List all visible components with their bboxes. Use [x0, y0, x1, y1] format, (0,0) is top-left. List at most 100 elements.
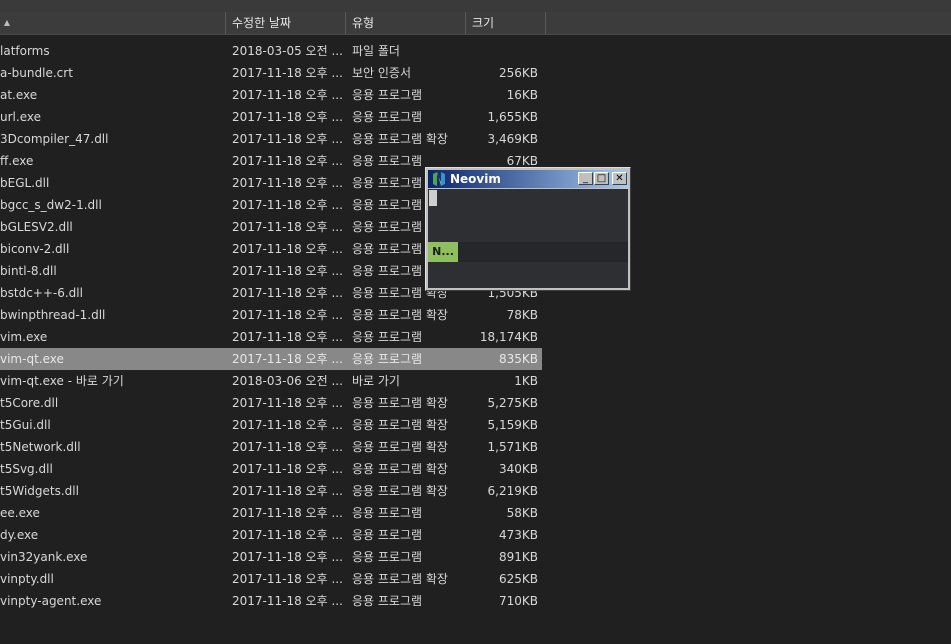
- file-name: vim-qt.exe - 바로 가기: [0, 374, 124, 388]
- file-name: dy.exe: [0, 528, 39, 542]
- file-size: 3,469KB: [487, 132, 538, 146]
- file-type: 응용 프로그램 확장: [352, 418, 448, 432]
- column-header-size[interactable]: 크기: [466, 12, 546, 34]
- file-date: 2017-11-18 오후 ...: [232, 440, 343, 454]
- file-row[interactable]: bwinpthread-1.dll 2017-11-18 오후 ... 응용 프로그…: [0, 304, 542, 326]
- file-type: 응용 프로그램: [352, 88, 423, 102]
- file-name: bgcc_s_dw2-1.dll: [0, 198, 102, 212]
- file-type: 보안 인증서: [352, 66, 412, 80]
- file-type: 응용 프로그램 확장: [352, 396, 448, 410]
- file-size: 340KB: [498, 462, 538, 476]
- file-row[interactable]: t5Gui.dll 2017-11-18 오후 ... 응용 프로그램 확장 5,15…: [0, 414, 542, 436]
- file-size: 835KB: [498, 352, 538, 366]
- file-name: ee.exe: [0, 506, 40, 520]
- file-type: 응용 프로그램 확장: [352, 484, 448, 498]
- file-type: 응용 프로그램 확장: [352, 462, 448, 476]
- file-type: 응용 프로그램 확장: [352, 132, 448, 146]
- text-cursor: [429, 190, 437, 206]
- file-name: t5Svg.dll: [0, 462, 53, 476]
- minimize-button[interactable]: _: [578, 172, 593, 185]
- file-name: a-bundle.crt: [0, 66, 73, 80]
- file-date: 2017-11-18 오후 ...: [232, 572, 343, 586]
- file-size: 1,571KB: [487, 440, 538, 454]
- column-header-date[interactable]: 수정한 날짜: [226, 12, 346, 34]
- file-row[interactable]: a-bundle.crt 2017-11-18 오후 ... 보안 인증서 256KB: [0, 62, 542, 84]
- file-name: vinpty-agent.exe: [0, 594, 102, 608]
- file-date: 2017-11-18 오후 ...: [232, 286, 343, 300]
- file-type: 응용 프로그램: [352, 352, 423, 366]
- file-name: t5Gui.dll: [0, 418, 51, 432]
- neovim-editor-area[interactable]: N...: [428, 189, 628, 288]
- file-date: 2017-11-18 오후 ...: [232, 396, 343, 410]
- close-button[interactable]: ✕: [612, 172, 627, 185]
- file-name: vin32yank.exe: [0, 550, 88, 564]
- file-row[interactable]: vim-qt.exe 2017-11-18 오후 ... 응용 프로그램 835KB: [0, 348, 542, 370]
- file-date: 2018-03-05 오전 ...: [232, 44, 343, 58]
- file-row[interactable]: vim-qt.exe - 바로 가기 2018-03-06 오전 ... 바로 가기…: [0, 370, 542, 392]
- file-size: [466, 40, 538, 62]
- neovim-statusline: N...: [428, 242, 628, 262]
- file-date: 2017-11-18 오후 ...: [232, 88, 343, 102]
- file-date: 2017-11-18 오후 ...: [232, 550, 343, 564]
- file-name: vim-qt.exe: [0, 352, 64, 366]
- file-row[interactable]: ee.exe 2017-11-18 오후 ... 응용 프로그램 58KB: [0, 502, 542, 524]
- file-name: bEGL.dll: [0, 176, 50, 190]
- file-size: 16KB: [506, 88, 538, 102]
- column-header-type[interactable]: 유형: [346, 12, 466, 34]
- file-type: 바로 가기: [352, 374, 400, 388]
- file-size: 1,655KB: [487, 110, 538, 124]
- file-row[interactable]: vin32yank.exe 2017-11-18 오후 ... 응용 프로그램 891…: [0, 546, 542, 568]
- file-size: 18,174KB: [479, 330, 538, 344]
- file-size: 710KB: [498, 594, 538, 608]
- file-type: 응용 프로그램: [352, 110, 423, 124]
- sort-ascending-icon: ▲: [3, 18, 11, 27]
- file-date: 2017-11-18 오후 ...: [232, 66, 343, 80]
- file-row[interactable]: t5Svg.dll 2017-11-18 오후 ... 응용 프로그램 확장 340K…: [0, 458, 542, 480]
- file-date: 2017-11-18 오후 ...: [232, 308, 343, 322]
- file-name: latforms: [0, 44, 50, 58]
- file-name: biconv-2.dll: [0, 242, 70, 256]
- file-name: ff.exe: [0, 154, 34, 168]
- file-type: 응용 프로그램 확장: [352, 572, 448, 586]
- file-name: bwinpthread-1.dll: [0, 308, 106, 322]
- file-size: 473KB: [498, 528, 538, 542]
- file-name: t5Network.dll: [0, 440, 81, 454]
- file-row[interactable]: t5Network.dll 2017-11-18 오후 ... 응용 프로그램 확장…: [0, 436, 542, 458]
- file-date: 2017-11-18 오후 ...: [232, 176, 343, 190]
- file-size: 1KB: [514, 374, 538, 388]
- file-date: 2017-11-18 오후 ...: [232, 352, 343, 366]
- file-row[interactable]: t5Widgets.dll 2017-11-18 오후 ... 응용 프로그램 확장…: [0, 480, 542, 502]
- file-name: vinpty.dll: [0, 572, 54, 586]
- file-name: url.exe: [0, 110, 41, 124]
- file-row[interactable]: vinpty.dll 2017-11-18 오후 ... 응용 프로그램 확장 625…: [0, 568, 542, 590]
- file-type: 응용 프로그램 확장: [352, 440, 448, 454]
- file-row[interactable]: url.exe 2017-11-18 오후 ... 응용 프로그램 1,655KB: [0, 106, 542, 128]
- file-date: 2017-11-18 오후 ...: [232, 506, 343, 520]
- file-row[interactable]: latforms 2018-03-05 오전 ... 파일 폴더: [0, 40, 542, 62]
- file-date: 2017-11-18 오후 ...: [232, 110, 343, 124]
- file-row[interactable]: vinpty-agent.exe 2017-11-18 오후 ... 응용 프로그램…: [0, 590, 542, 612]
- file-type: 응용 프로그램 확장: [352, 308, 448, 322]
- file-type: 응용 프로그램: [352, 594, 423, 608]
- file-date: 2017-11-18 오후 ...: [232, 264, 343, 278]
- file-size: 5,159KB: [487, 418, 538, 432]
- column-header-name[interactable]: ▲: [0, 12, 226, 34]
- maximize-button[interactable]: □: [594, 172, 609, 185]
- file-name: t5Core.dll: [0, 396, 59, 410]
- file-date: 2017-11-18 오후 ...: [232, 198, 343, 212]
- file-type: 파일 폴더: [352, 44, 400, 58]
- file-row[interactable]: vim.exe 2017-11-18 오후 ... 응용 프로그램 18,174KB: [0, 326, 542, 348]
- neovim-logo-icon: [433, 172, 445, 186]
- file-size: 78KB: [506, 308, 538, 322]
- file-row[interactable]: t5Core.dll 2017-11-18 오후 ... 응용 프로그램 확장 5,2…: [0, 392, 542, 414]
- file-row[interactable]: dy.exe 2017-11-18 오후 ... 응용 프로그램 473KB: [0, 524, 542, 546]
- neovim-title: Neovim: [450, 172, 501, 186]
- file-date: 2017-11-18 오후 ...: [232, 594, 343, 608]
- file-date: 2017-11-18 오후 ...: [232, 154, 343, 168]
- neovim-titlebar[interactable]: Neovim _ □ ✕: [428, 170, 628, 188]
- neovim-window[interactable]: Neovim _ □ ✕ N...: [425, 167, 631, 291]
- file-type: 응용 프로그램: [352, 330, 423, 344]
- file-date: 2017-11-18 오후 ...: [232, 132, 343, 146]
- file-row[interactable]: at.exe 2017-11-18 오후 ... 응용 프로그램 16KB: [0, 84, 542, 106]
- file-row[interactable]: 3Dcompiler_47.dll 2017-11-18 오후 ... 응용 프로그…: [0, 128, 542, 150]
